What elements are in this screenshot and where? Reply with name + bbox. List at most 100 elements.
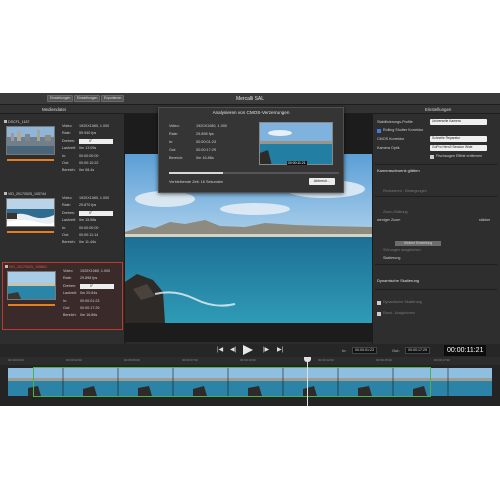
profile-label: Stabilisierungs-Profile	[377, 120, 413, 124]
in-value: 00:00:00:00	[79, 225, 99, 230]
city-thumbnail-image	[7, 127, 54, 154]
rate-label: Rate:	[62, 203, 71, 208]
camera-optics-dropdown[interactable]: GoPro Hero3 Session Wide	[430, 145, 487, 151]
dynamic-scaling-checkbox[interactable]	[377, 301, 381, 305]
divider	[375, 289, 497, 290]
analysis-progress-fill	[169, 172, 224, 174]
out-point-label: Out:	[392, 348, 400, 353]
divider	[375, 164, 497, 165]
range-label: Bereich:	[62, 240, 76, 245]
play-icon[interactable]	[243, 345, 253, 355]
clip-thumbnail[interactable]	[7, 271, 56, 300]
zoom-less-label: weniger Zoom	[377, 218, 401, 222]
rotate-label: Drehen:	[62, 210, 76, 215]
rate-value: 29.898 fps	[80, 276, 98, 281]
dialog-row-in: In: 00:00:01:23	[169, 140, 216, 144]
dialog-label: In:	[169, 140, 174, 144]
clip-checkbox[interactable]	[4, 120, 7, 123]
rolling-shutter-checkbox[interactable]	[377, 129, 381, 133]
zoom-more-label: stärker	[479, 218, 491, 222]
range-label: Bereich:	[62, 168, 76, 173]
out-value: 00:00:17:29	[80, 305, 100, 310]
rotate-select[interactable]: 0°	[79, 211, 113, 217]
in-label: In:	[63, 298, 68, 303]
rotate-label: Drehen:	[62, 138, 76, 143]
video-value: 1920X1080, 1.000	[80, 269, 111, 273]
in-label: In:	[62, 153, 67, 158]
skip-to-end-icon[interactable]: ▶|	[277, 347, 283, 354]
dialog-value: 0m 16.86s	[196, 156, 214, 160]
edge-fill-checkbox[interactable]	[377, 312, 381, 316]
timeline[interactable]: 00:00:00:00 00:00:02:00 00:00:05:00 00:0…	[0, 357, 500, 406]
range-value: 0m 11.44s	[79, 240, 96, 245]
app-title: Mercalli SAL	[235, 96, 265, 102]
cmos-label: CMOS Korrektur	[377, 137, 405, 141]
dialog-value: 00:00:17:29	[196, 148, 217, 152]
clip-progress-bar	[7, 159, 54, 161]
timeline-ruler[interactable]: 00:00:00:00 00:00:02:00 00:00:05:00 00:0…	[0, 357, 500, 365]
dialog-label: Out:	[169, 148, 177, 152]
dialog-value: 1920X1080, 1.000	[196, 124, 228, 128]
video-value: 1920X1080, 1.000	[79, 124, 110, 128]
analysis-progress-bar	[169, 172, 339, 174]
cmos-dropdown[interactable]: Schnelle Reparatur	[430, 136, 487, 142]
rotate-label: Drehen:	[63, 283, 77, 288]
media-panel: DSCF1_1187 Video: 1920X1080, 1.000 Rate: 5…	[0, 114, 125, 344]
fisheye-checkbox[interactable]	[430, 155, 434, 159]
media-clip-selected[interactable]: VID_20170525_105801 Video: 1920X1080, 1.0…	[2, 262, 123, 330]
clip-name: VID_20170525_105744	[8, 192, 46, 196]
clip-progress-bar	[7, 231, 54, 233]
clip-thumbnail[interactable]	[6, 126, 55, 155]
media-clip[interactable]: VID_20170525_105744 Video: 1920X1080, 1.0…	[2, 190, 123, 258]
disturbance-label: Störungen ausgleichen	[383, 248, 421, 252]
beach-thumbnail-image	[8, 272, 55, 299]
playhead-handle[interactable]	[304, 357, 311, 362]
video-label: Video:	[63, 269, 74, 273]
out-label: Out:	[63, 305, 70, 310]
media-panel-title: Mediendatei	[42, 107, 66, 112]
dialog-preview-image	[260, 123, 332, 164]
out-value: 00:00:10:22	[79, 160, 99, 165]
clip-checkbox[interactable]	[4, 192, 7, 195]
out-point-timecode[interactable]: 00:00:17:29	[405, 347, 430, 354]
video-label: Video:	[62, 124, 73, 128]
clip-info: Video: 1920X1080, 1.000 Rate: 59.940 fps D…	[62, 123, 122, 175]
step-back-icon[interactable]: ◀|	[230, 347, 236, 354]
title-bar: Einstellungen Einstellungen Exportieren …	[0, 93, 500, 105]
ruler-tick: 00:00:17:00	[434, 358, 450, 362]
out-label: Out:	[62, 232, 69, 237]
rotate-select[interactable]: 0°	[80, 284, 114, 290]
profile-dropdown[interactable]: Universelle Kamera	[430, 119, 487, 125]
analysis-dialog: Analysieren von CMOS-Verzerrungen Video:…	[158, 107, 344, 193]
in-point-timecode[interactable]: 00:00:01:23	[352, 347, 377, 354]
video-label: Video:	[62, 196, 73, 200]
media-clip[interactable]: DSCF1_1187 Video: 1920X1080, 1.000 Rate: 5…	[2, 118, 123, 186]
dialog-title: Analysieren von CMOS-Verzerrungen	[212, 110, 290, 115]
ruler-tick: 00:00:07:00	[182, 358, 198, 362]
more-settings-button[interactable]: Weitere Einstellung	[395, 241, 441, 246]
clip-info: Video: 1920X1080, 1.000 Rate: 29.870 fps D…	[62, 195, 122, 247]
fisheye-label: Fischaugen Effekt entfernen	[436, 154, 483, 158]
rolling-shutter-label: Rolling Shutter Korrektur	[383, 128, 424, 132]
video-value: 1920X1080, 1.000	[79, 196, 110, 200]
dialog-label: Bereich:	[169, 156, 183, 160]
step-forward-icon[interactable]: |▶	[263, 347, 269, 354]
remaining-time-text: Verbleibende Zeit: 16 Sekunden	[169, 180, 224, 184]
ruler-tick: 00:00:00:00	[8, 358, 24, 362]
out-label: Out:	[62, 160, 69, 165]
abort-button[interactable]: Abbrech...	[309, 178, 335, 185]
selected-range[interactable]	[33, 367, 431, 397]
in-label: In:	[62, 225, 67, 230]
rotate-select[interactable]: 0°	[79, 139, 113, 145]
duration-label: Laufzeit:	[62, 218, 76, 223]
ruler-tick: 00:00:15:00	[376, 358, 392, 362]
settings-panel-title: Einstellungen	[425, 107, 452, 112]
skip-to-start-icon[interactable]: |◀	[217, 347, 223, 354]
app-window: Einstellungen Einstellungen Exportieren …	[0, 93, 500, 406]
clip-thumbnail[interactable]	[6, 198, 55, 227]
duration-value: 0m 15.58s	[79, 218, 97, 223]
playhead[interactable]	[307, 357, 308, 406]
dialog-row-video: Video: 1920X1080, 1.000	[169, 124, 227, 128]
dialog-row-out: Out: 00:00:17:29	[169, 148, 216, 152]
clip-checkbox[interactable]	[5, 265, 8, 268]
